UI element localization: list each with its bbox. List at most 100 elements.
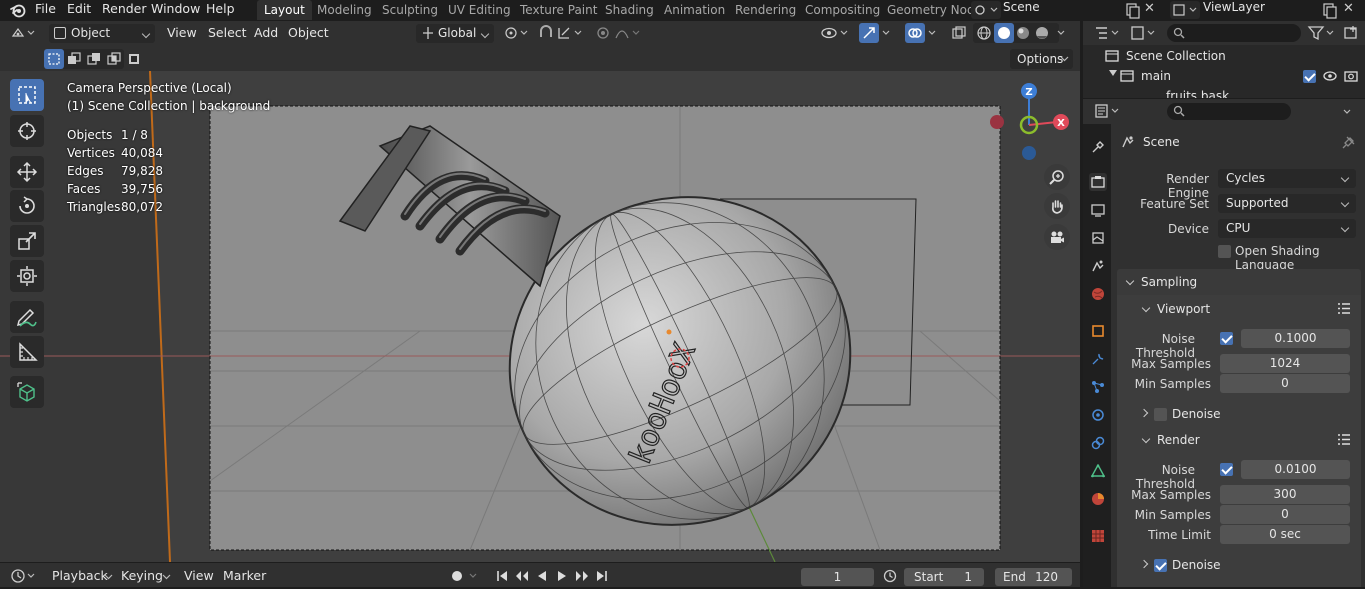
menu-view[interactable]: View: [167, 21, 197, 45]
device-dropdown[interactable]: CPU: [1218, 219, 1356, 238]
exclude-checkbox[interactable]: [1303, 70, 1316, 83]
expand-arrow-icon[interactable]: [1109, 70, 1117, 76]
select-box-tool[interactable]: [10, 79, 44, 111]
presets-list-icon[interactable]: [1337, 302, 1351, 315]
r-denoise-checkbox[interactable]: [1154, 559, 1167, 572]
camera-view-icon[interactable]: [1044, 224, 1070, 250]
object-tab-icon[interactable]: [1089, 322, 1107, 340]
new-scene-icon[interactable]: [1123, 1, 1141, 19]
wireframe-shading-icon[interactable]: [974, 23, 994, 43]
osl-checkbox[interactable]: [1218, 245, 1231, 258]
menu-select[interactable]: Select: [208, 21, 247, 45]
properties-options-icon[interactable]: [1339, 102, 1355, 122]
select-extend-icon[interactable]: [64, 49, 84, 69]
transform-tool[interactable]: [10, 260, 44, 292]
tab-uv-editing[interactable]: UV Editing: [441, 0, 518, 20]
display-mode-button[interactable]: [1129, 23, 1159, 43]
current-frame-field[interactable]: 1: [801, 568, 874, 586]
tab-sculpting[interactable]: Sculpting: [375, 0, 445, 20]
3d-viewport[interactable]: kooHooX Camera Perspective (Local) (1) S…: [0, 71, 1080, 562]
properties-editor-type-button[interactable]: [1093, 101, 1123, 121]
delete-viewlayer-icon[interactable]: ✕: [1343, 1, 1359, 19]
tree-row-main[interactable]: main: [1083, 66, 1365, 86]
render-subpanel-header[interactable]: Render: [1123, 429, 1355, 451]
editor-type-button[interactable]: [8, 23, 40, 43]
menu-object[interactable]: Object: [288, 21, 329, 45]
pin-icon[interactable]: [1342, 135, 1356, 149]
r-noise-threshold-checkbox[interactable]: [1220, 463, 1233, 476]
menu-add[interactable]: Add: [254, 21, 278, 45]
measure-tool[interactable]: [10, 336, 44, 368]
outliner-search-input[interactable]: [1167, 24, 1301, 42]
physics-tab-icon[interactable]: [1089, 406, 1107, 424]
render-engine-dropdown[interactable]: Cycles: [1218, 169, 1356, 188]
tree-row-fruits-basket[interactable]: fruits bask: [1083, 86, 1365, 98]
annotate-tool[interactable]: [10, 301, 44, 333]
rendered-shading-icon[interactable]: [1032, 23, 1052, 43]
tab-layout[interactable]: Layout: [257, 0, 312, 20]
scene-name-field[interactable]: Scene: [1003, 0, 1115, 20]
constraints-tab-icon[interactable]: [1089, 434, 1107, 452]
pivot-point-button[interactable]: [502, 23, 530, 43]
r-denoise-row[interactable]: Denoise: [1137, 555, 1337, 575]
select-intersect-icon[interactable]: [104, 49, 124, 69]
mode-dropdown[interactable]: Object Mode: [49, 24, 155, 59]
modifier-tab-icon[interactable]: [1089, 350, 1107, 368]
tab-geometry-nodes[interactable]: Geometry Nod: [880, 0, 982, 20]
overlays-toggle-icon[interactable]: [905, 23, 925, 43]
preview-range-clock-icon[interactable]: [880, 566, 900, 586]
r-time-limit-field[interactable]: 0 sec: [1220, 525, 1350, 544]
overlays-dropdown-icon[interactable]: [925, 23, 939, 43]
output-tab-icon[interactable]: [1089, 201, 1107, 219]
r-min-samples-field[interactable]: 0: [1220, 505, 1350, 524]
menu-help[interactable]: Help: [200, 0, 241, 20]
delete-scene-icon[interactable]: ✕: [1144, 1, 1160, 19]
r-max-samples-field[interactable]: 300: [1220, 485, 1350, 504]
tree-row-scene-collection[interactable]: Scene Collection: [1083, 46, 1365, 66]
visibility-dropdown-button[interactable]: [820, 23, 852, 43]
material-tab-icon[interactable]: [1089, 490, 1107, 508]
menu-marker[interactable]: Marker: [223, 563, 266, 587]
select-new-icon[interactable]: [44, 49, 64, 69]
tab-compositing[interactable]: Compositing: [798, 0, 887, 20]
jump-end-icon[interactable]: [592, 566, 612, 586]
new-viewlayer-icon[interactable]: [1320, 1, 1338, 19]
vp-min-samples-field[interactable]: 0: [1220, 374, 1350, 393]
tab-shading[interactable]: Shading: [598, 0, 661, 20]
gizmo-toggle-icon[interactable]: [859, 23, 879, 43]
filter-icon[interactable]: [1307, 23, 1337, 43]
menu-edit[interactable]: Edit: [61, 0, 97, 20]
cursor-tool[interactable]: [10, 115, 44, 147]
outliner-editor-type-button[interactable]: [1093, 23, 1123, 43]
select-subtract-icon[interactable]: [84, 49, 104, 69]
scene-browse-button[interactable]: [971, 1, 1001, 19]
vp-denoise-checkbox[interactable]: [1154, 408, 1167, 421]
render-camera-icon[interactable]: [1344, 69, 1358, 82]
play-reverse-icon[interactable]: [532, 566, 552, 586]
tab-animation[interactable]: Animation: [657, 0, 732, 20]
view-layer-tab-icon[interactable]: [1089, 229, 1107, 247]
r-noise-threshold-field[interactable]: 0.0100: [1241, 460, 1350, 479]
menu-playback[interactable]: Playback: [52, 563, 108, 587]
timeline-editor-type-button[interactable]: [8, 566, 40, 586]
feature-set-dropdown[interactable]: Supported: [1218, 194, 1356, 213]
render-tab-icon[interactable]: [1089, 173, 1107, 191]
xray-toggle-icon[interactable]: [949, 23, 969, 43]
start-frame-field[interactable]: Start 1: [904, 568, 984, 586]
menu-file[interactable]: File: [29, 0, 62, 20]
jump-keyframe-forward-icon[interactable]: [572, 566, 592, 586]
tab-texture-paint[interactable]: Texture Paint: [513, 0, 604, 20]
material-preview-icon[interactable]: [1013, 23, 1033, 43]
properties-search-input[interactable]: [1167, 103, 1291, 120]
move-tool[interactable]: [10, 156, 44, 188]
auto-keying-icon[interactable]: [447, 566, 467, 586]
tab-rendering[interactable]: Rendering: [728, 0, 803, 20]
menu-window[interactable]: Window: [145, 0, 206, 20]
vp-noise-threshold-checkbox[interactable]: [1220, 332, 1233, 345]
end-frame-field[interactable]: End 120: [995, 568, 1072, 586]
keying-set-dropdown-icon[interactable]: [466, 566, 480, 586]
menu-keying[interactable]: Keying: [121, 563, 163, 587]
play-icon[interactable]: [552, 566, 572, 586]
vp-max-samples-field[interactable]: 1024: [1220, 354, 1350, 373]
texture-tab-icon[interactable]: [1089, 527, 1107, 545]
